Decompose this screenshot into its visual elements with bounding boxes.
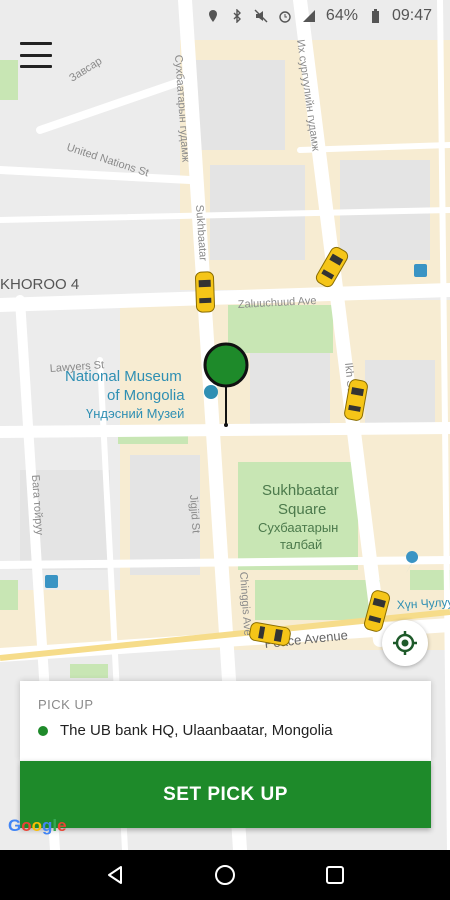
system-nav-bar bbox=[0, 850, 450, 900]
battery-icon bbox=[371, 9, 379, 23]
building bbox=[250, 345, 330, 430]
bus-stop-icon bbox=[414, 264, 427, 277]
mute-icon bbox=[254, 9, 268, 23]
menu-line bbox=[20, 53, 52, 57]
recents-icon[interactable] bbox=[320, 860, 350, 890]
set-pickup-button[interactable]: SET PICK UP bbox=[20, 761, 431, 828]
building bbox=[365, 360, 435, 430]
wifi-signal-icon bbox=[302, 10, 315, 22]
square-label: Sukhbaatar bbox=[262, 482, 339, 499]
google-logo: Google bbox=[8, 816, 67, 835]
pickup-dot-icon bbox=[38, 725, 48, 736]
square-label-mn: талбай bbox=[280, 537, 322, 552]
museum-label: of Mongolia bbox=[107, 387, 185, 404]
square-label-mn: Сухбаатарын bbox=[258, 520, 338, 535]
pickup-address: The UB bank HQ, Ulaanbaatar, Mongolia bbox=[60, 722, 333, 739]
pickup-address-row[interactable]: The UB bank HQ, Ulaanbaatar, Mongolia bbox=[38, 722, 413, 739]
park bbox=[0, 580, 18, 610]
pickup-label: PICK UP bbox=[38, 697, 94, 712]
menu-icon[interactable] bbox=[20, 42, 52, 68]
pickup-pin-icon[interactable] bbox=[203, 342, 249, 428]
home-icon[interactable] bbox=[210, 860, 240, 890]
building bbox=[195, 60, 285, 150]
clock-time: 09:47 bbox=[391, 7, 432, 24]
place-label: Хүн Чулуу bbox=[396, 595, 450, 612]
bluetooth-icon bbox=[233, 9, 241, 23]
menu-line bbox=[20, 42, 52, 45]
status-bar: 64% 09:47 bbox=[0, 0, 450, 32]
my-location-button[interactable] bbox=[382, 620, 428, 666]
battery-percent: 64% bbox=[325, 7, 358, 24]
bus-stop-icon bbox=[45, 575, 58, 588]
menu-line bbox=[20, 65, 52, 68]
square-label: Square bbox=[278, 501, 326, 518]
park bbox=[70, 664, 108, 678]
museum-label-mn: Үндэсний Музей bbox=[86, 406, 184, 421]
location-icon bbox=[208, 10, 217, 22]
back-icon[interactable] bbox=[100, 860, 130, 890]
alarm-icon bbox=[279, 11, 291, 23]
park bbox=[255, 580, 380, 620]
taxi-car-icon bbox=[195, 271, 215, 313]
pickup-card[interactable]: PICK UP The UB bank HQ, Ulaanbaatar, Mon… bbox=[20, 681, 431, 761]
crosshair-icon bbox=[393, 631, 417, 655]
park bbox=[0, 60, 18, 100]
museum-label: National Museum bbox=[65, 368, 182, 385]
district-label: KHOROO 4 bbox=[0, 276, 79, 293]
